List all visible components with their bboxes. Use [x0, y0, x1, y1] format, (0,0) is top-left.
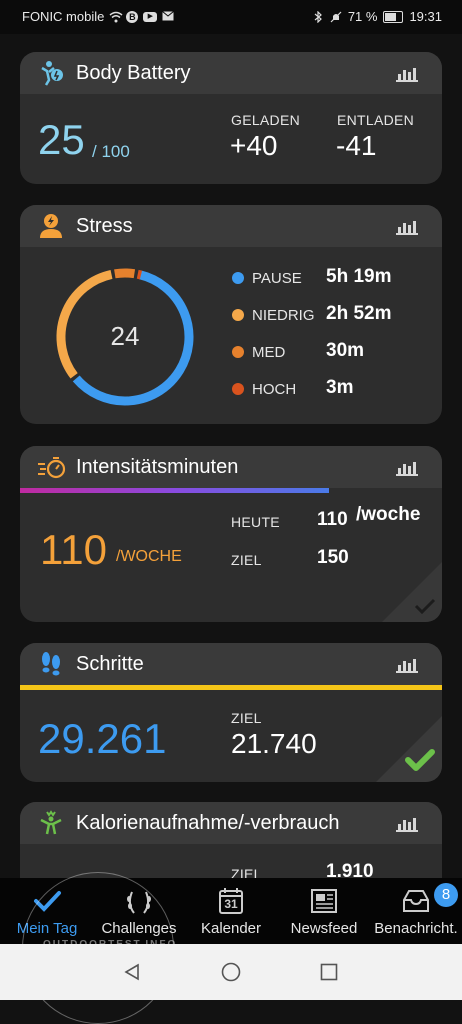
- stress-segment-hoch: [136, 269, 143, 280]
- goal-value: 150: [317, 547, 349, 568]
- nav-label: Benachricht.: [374, 920, 458, 937]
- goal-reached-check-icon: [376, 716, 442, 782]
- nav-label: Challenges: [101, 920, 177, 937]
- stress-header: Stress: [20, 205, 442, 247]
- stress-segment-niedrig: [56, 270, 113, 379]
- footsteps-icon: [38, 651, 64, 677]
- bar-chart-icon[interactable]: [396, 657, 418, 673]
- nav-challenges[interactable]: Challenges: [96, 878, 182, 944]
- home-icon[interactable]: [221, 962, 241, 982]
- inbox-icon: [401, 886, 431, 916]
- legend-value: 2h 52m: [326, 303, 392, 324]
- calendar-icon: 31: [216, 886, 246, 916]
- newspaper-icon: [309, 886, 339, 916]
- calories-title: Kalorienaufnahme/-verbrauch: [76, 811, 340, 834]
- nav-calendar[interactable]: 31 Kalender: [192, 878, 270, 944]
- legend-value: 5h 19m: [326, 266, 392, 287]
- today-value: 110: [317, 509, 348, 530]
- body-battery-value: 25: [38, 116, 85, 163]
- stress-segment-med: [114, 268, 136, 279]
- steps-value: 29.261: [38, 715, 167, 762]
- back-icon[interactable]: [123, 963, 141, 981]
- nav-newsfeed[interactable]: Newsfeed: [284, 878, 364, 944]
- body-battery-title: Body Battery: [76, 61, 191, 84]
- wifi-icon: [109, 11, 123, 23]
- legend-value: 3m: [326, 377, 354, 398]
- legend-label: MED: [252, 343, 286, 361]
- system-nav-bar: [0, 944, 462, 1000]
- status-bar: FONIC mobile B ▶ 71 % 19:31: [0, 0, 462, 34]
- legend-dot: [232, 383, 244, 395]
- calories-header: Kalorienaufnahme/-verbrauch: [20, 802, 442, 844]
- today-label: HEUTE: [231, 514, 280, 530]
- legend-high: HOCH: [232, 378, 296, 400]
- intensity-title: Intensitätsminuten: [76, 455, 239, 478]
- body-battery-card[interactable]: Body Battery 25 / 100 GELADEN +40 ENTLAD…: [20, 52, 442, 184]
- steps-card[interactable]: Schritte 29.261 ZIEL 21.740: [20, 643, 442, 782]
- stopwatch-icon: [38, 454, 66, 480]
- carrier-label: FONIC mobile: [22, 9, 105, 24]
- bar-chart-icon[interactable]: [396, 219, 418, 235]
- legend-label: PAUSE: [252, 269, 302, 287]
- nav-my-day[interactable]: Mein Tag: [8, 878, 86, 944]
- bar-chart-icon[interactable]: [396, 460, 418, 476]
- mail-icon: [162, 10, 175, 23]
- legend-medium: MED: [232, 341, 285, 363]
- drained-label: ENTLADEN: [337, 112, 415, 128]
- recents-icon[interactable]: [320, 963, 338, 981]
- today-unit: /woche: [356, 504, 421, 525]
- body-battery-icon: [38, 60, 64, 86]
- intensity-minutes-card[interactable]: Intensitätsminuten 110 /WOCHE HEUTE 110 …: [20, 446, 442, 622]
- check-icon: [32, 886, 62, 916]
- mute-icon: [330, 11, 342, 23]
- calories-icon: [38, 810, 64, 836]
- bluetooth-icon: [312, 10, 324, 23]
- steps-progress-bar: [20, 685, 442, 690]
- stress-icon: [38, 213, 64, 239]
- notification-badge: 8: [434, 883, 458, 907]
- charged-value: +40: [230, 130, 278, 161]
- intensity-progress-bar: [20, 488, 329, 493]
- steps-goal-label: ZIEL: [231, 710, 262, 726]
- intensity-unit: /WOCHE: [116, 548, 182, 565]
- legend-low: NIEDRIG: [232, 304, 315, 326]
- youtube-icon: ▶: [143, 11, 158, 22]
- goal-corner-check-icon: [382, 562, 442, 622]
- bar-chart-icon[interactable]: [396, 66, 418, 82]
- body-battery-header: Body Battery: [20, 52, 442, 94]
- steps-title: Schritte: [76, 652, 144, 675]
- nav-label: Newsfeed: [290, 920, 358, 937]
- clock: 19:31: [409, 9, 442, 24]
- steps-header: Schritte: [20, 643, 442, 685]
- drained-value: -41: [336, 130, 377, 161]
- calendar-day: 31: [224, 897, 238, 911]
- bottom-nav: Mein Tag Challenges 31 Kalender Newsfeed…: [0, 878, 462, 944]
- goal-label: ZIEL: [231, 552, 262, 568]
- battery-icon: [383, 10, 404, 23]
- stress-score: 24: [110, 321, 140, 351]
- nav-label: Mein Tag: [16, 920, 78, 937]
- steps-goal-value: 21.740: [231, 728, 317, 759]
- intensity-value: 110: [40, 526, 107, 573]
- nav-label: Kalender: [200, 920, 262, 937]
- stress-card[interactable]: Stress 24 PAUSE 5h 19m NIEDRIG 2h 52m ME…: [20, 205, 442, 424]
- legend-value: 30m: [326, 340, 365, 361]
- bar-chart-icon[interactable]: [396, 816, 418, 832]
- app-b-icon: B: [126, 10, 139, 23]
- intensity-header: Intensitätsminuten: [20, 446, 442, 488]
- laurel-icon: [124, 886, 154, 916]
- battery-percent: 71 %: [347, 9, 378, 24]
- legend-label: HOCH: [252, 380, 297, 398]
- legend-label: NIEDRIG: [252, 306, 315, 324]
- stress-title: Stress: [76, 214, 133, 237]
- charged-label: GELADEN: [231, 112, 301, 128]
- legend-dot: [232, 309, 244, 321]
- legend-pause: PAUSE: [232, 267, 302, 289]
- body-battery-max: / 100: [92, 142, 130, 161]
- legend-dot: [232, 346, 244, 358]
- legend-dot: [232, 272, 244, 284]
- nav-notifications[interactable]: Benachricht. 8: [370, 878, 462, 944]
